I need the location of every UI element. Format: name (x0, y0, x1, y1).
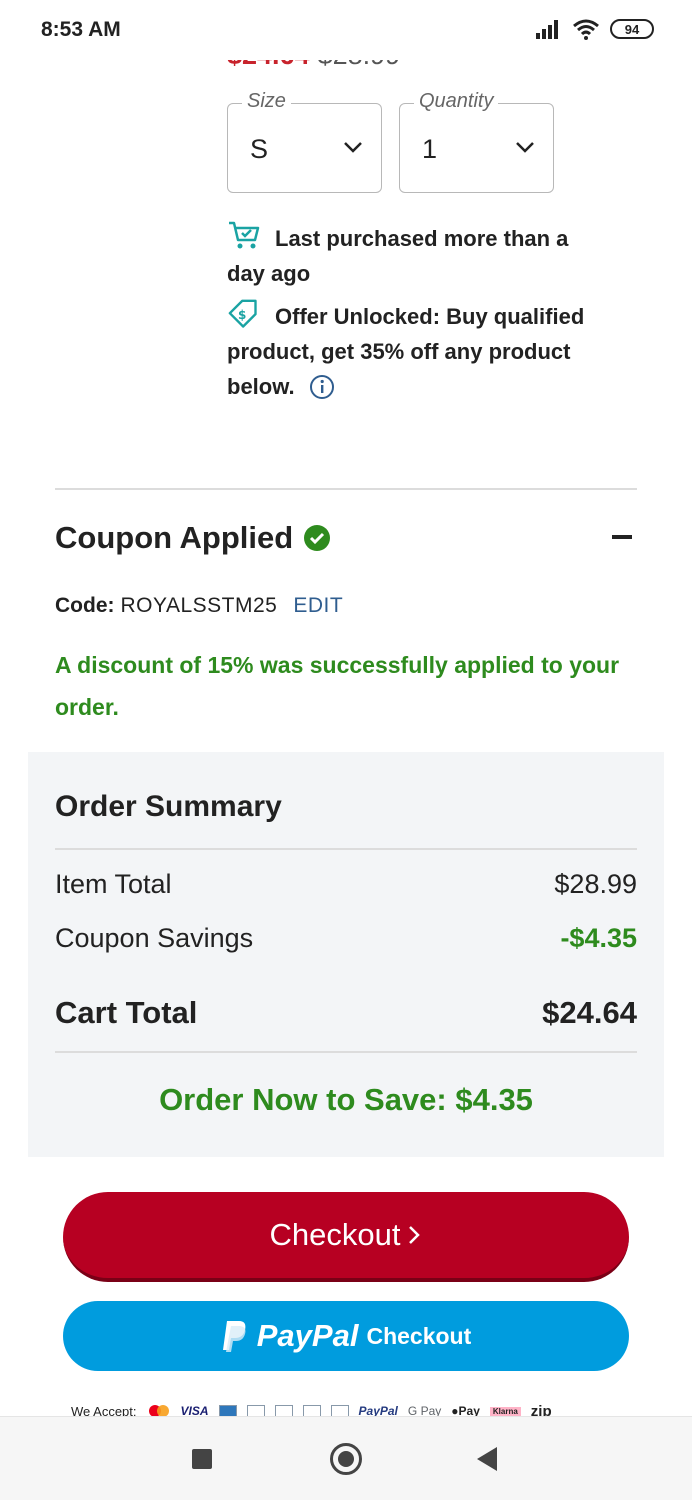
back-icon[interactable] (477, 1447, 497, 1471)
paypal-wordmark: PayPal (256, 1318, 359, 1353)
wifi-icon (573, 19, 599, 40)
checkout-label: Checkout (269, 1217, 401, 1252)
discount-message: A discount of 15% was successfully appli… (55, 652, 620, 720)
svg-text:$: $ (238, 308, 246, 322)
paypal-logo-icon (222, 1321, 246, 1352)
status-icons: 94 (536, 18, 654, 40)
summary-divider (55, 848, 637, 850)
klarna-icon: Klarna (489, 1406, 521, 1416)
quantity-legend: Quantity (414, 90, 499, 113)
recents-icon[interactable] (192, 1449, 212, 1469)
quantity-select[interactable]: Quantity 1 (399, 90, 554, 193)
collapse-icon[interactable] (612, 535, 632, 539)
quantity-value: 1 (422, 134, 438, 164)
last-purchased-text: Last purchased more than a day ago (227, 226, 569, 286)
coupon-title: Coupon Applied (55, 520, 294, 555)
order-summary-panel: Order Summary Item Total $28.99 Coupon S… (28, 752, 664, 1157)
code-value: ROYALSSTM25 (120, 594, 278, 617)
chevron-down-icon (344, 142, 362, 153)
signal-icon (536, 20, 558, 39)
check-circle-icon (304, 525, 331, 551)
coupon-header[interactable]: Coupon Applied (55, 520, 331, 556)
checkout-button[interactable]: Checkout (63, 1192, 629, 1282)
last-purchased-note: Last purchased more than a day ago (227, 220, 587, 291)
offer-note: $ Offer Unlocked: Buy qualified product,… (227, 298, 587, 404)
system-nav-bar (0, 1416, 692, 1500)
cart-total-label: Cart Total (55, 995, 198, 1030)
summary-divider (55, 1051, 637, 1053)
order-summary-title: Order Summary (55, 790, 282, 823)
chevron-down-icon (516, 142, 534, 153)
offer-text: Offer Unlocked: Buy qualified product, g… (227, 304, 585, 399)
cart-total-row: Cart Total $24.64 (55, 995, 637, 1031)
code-label: Code: (55, 594, 115, 617)
edit-coupon-link[interactable]: EDIT (293, 594, 343, 617)
coupon-savings-label: Coupon Savings (55, 923, 254, 953)
paypal-checkout-button[interactable]: PayPal Checkout (63, 1301, 629, 1371)
size-select[interactable]: Size S (227, 90, 382, 193)
battery-indicator: 94 (610, 19, 654, 39)
coupon-code-row: Code: ROYALSSTM25 EDIT (55, 594, 343, 618)
save-banner: Order Now to Save: $4.35 (159, 1082, 533, 1117)
status-bar: 8:53 AM 94 (0, 0, 692, 60)
home-icon[interactable] (330, 1443, 362, 1475)
size-legend: Size (242, 90, 291, 113)
paypal-checkout-label: Checkout (366, 1322, 472, 1349)
item-total-label: Item Total (55, 869, 172, 899)
size-value: S (250, 134, 269, 164)
status-time: 8:53 AM (41, 18, 121, 41)
price-tag-icon: $ (228, 299, 257, 328)
info-icon[interactable] (309, 374, 335, 400)
cart-check-icon (229, 221, 260, 249)
cart-total-value: $24.64 (542, 995, 637, 1030)
coupon-savings-value: -$4.35 (560, 923, 637, 953)
chevron-right-icon (409, 1226, 421, 1244)
item-total-row: Item Total $28.99 (55, 869, 637, 900)
item-total-value: $28.99 (554, 869, 637, 899)
section-divider (55, 488, 637, 490)
coupon-savings-row: Coupon Savings -$4.35 (55, 923, 637, 954)
